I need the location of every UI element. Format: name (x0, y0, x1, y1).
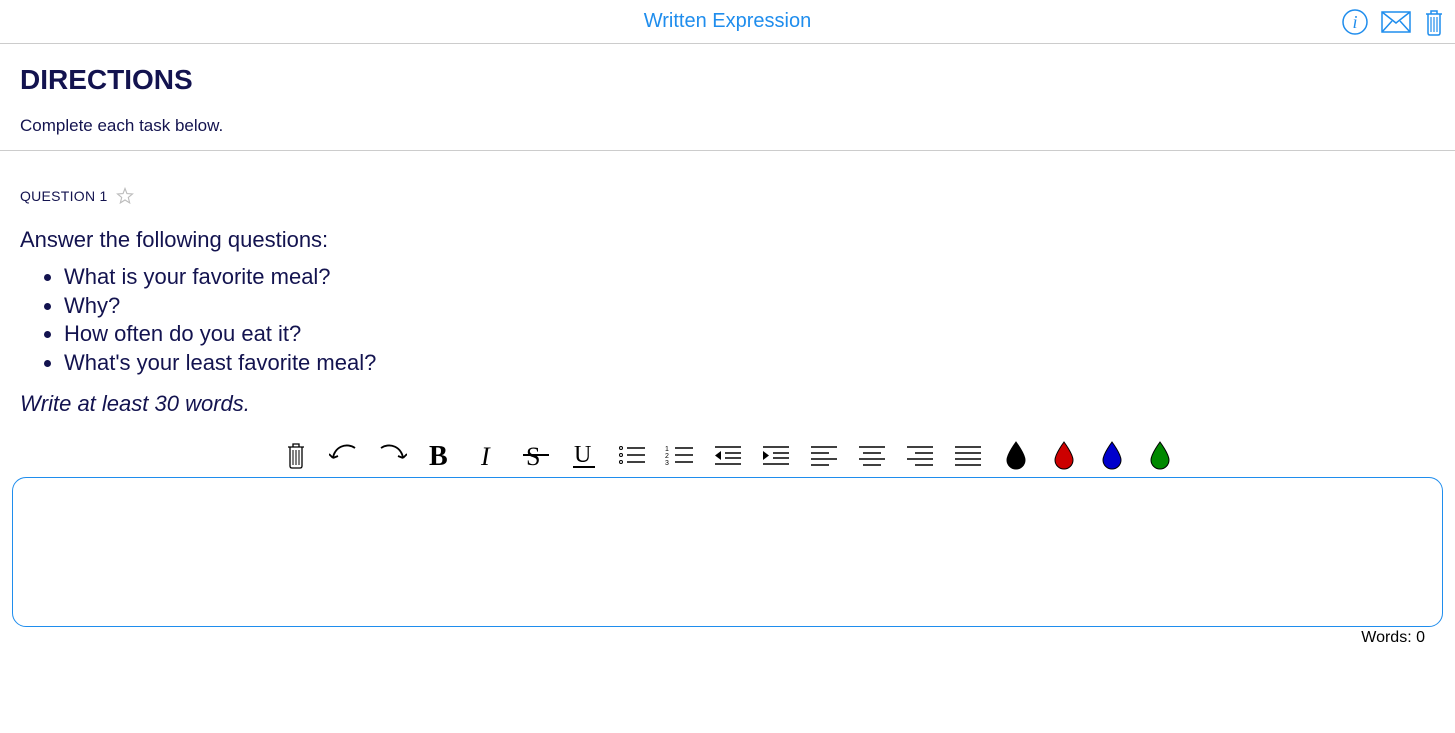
undo-icon[interactable] (328, 439, 360, 471)
bullet-item: What's your least favorite meal? (64, 349, 1435, 378)
numbered-list-icon[interactable]: 1 2 3 (664, 439, 696, 471)
align-justify-icon[interactable] (952, 439, 984, 471)
clear-icon[interactable] (280, 439, 312, 471)
answer-textarea[interactable] (12, 477, 1443, 627)
directions-heading: DIRECTIONS (20, 64, 1435, 96)
svg-text:I: I (480, 442, 491, 469)
mail-icon[interactable] (1381, 11, 1411, 33)
trash-icon[interactable] (1423, 8, 1445, 36)
question-prompt: Answer the following questions: (20, 227, 1435, 253)
bullet-item: How often do you eat it? (64, 320, 1435, 349)
svg-text:3: 3 (665, 460, 669, 467)
info-icon[interactable]: i (1341, 8, 1369, 36)
bold-icon[interactable]: B (424, 439, 456, 471)
question-header: QUESTION 1 (20, 187, 1435, 205)
question-label: QUESTION 1 (20, 188, 108, 204)
top-actions: i (1341, 0, 1445, 44)
directions-subtext: Complete each task below. (20, 116, 1435, 136)
word-count-label: Words: (1361, 629, 1411, 646)
bullet-item: What is your favorite meal? (64, 263, 1435, 292)
color-red-icon[interactable] (1048, 439, 1080, 471)
strikethrough-icon[interactable]: S (520, 439, 552, 471)
align-right-icon[interactable] (904, 439, 936, 471)
word-count-value: 0 (1416, 629, 1425, 646)
align-left-icon[interactable] (808, 439, 840, 471)
directions-section: DIRECTIONS Complete each task below. (0, 44, 1455, 151)
top-bar: Written Expression i (0, 0, 1455, 44)
editor-toolbar: B I S U (12, 439, 1443, 471)
question-instruction: Write at least 30 words. (20, 391, 1435, 417)
indent-icon[interactable] (760, 439, 792, 471)
outdent-icon[interactable] (712, 439, 744, 471)
svg-text:U: U (574, 442, 591, 468)
svg-text:1: 1 (665, 446, 669, 453)
bullet-list-icon[interactable] (616, 439, 648, 471)
question-bullets: What is your favorite meal? Why? How oft… (46, 263, 1435, 377)
redo-icon[interactable] (376, 439, 408, 471)
word-count: Words: 0 (12, 627, 1443, 647)
page-title: Written Expression (644, 10, 811, 33)
question-section: QUESTION 1 Answer the following question… (0, 151, 1455, 427)
underline-icon[interactable]: U (568, 439, 600, 471)
align-center-icon[interactable] (856, 439, 888, 471)
svg-text:i: i (1352, 12, 1357, 32)
editor-section: B I S U (0, 427, 1455, 653)
svg-text:B: B (429, 441, 448, 469)
color-green-icon[interactable] (1144, 439, 1176, 471)
italic-icon[interactable]: I (472, 439, 504, 471)
color-black-icon[interactable] (1000, 439, 1032, 471)
star-icon[interactable] (116, 187, 134, 205)
svg-text:2: 2 (665, 453, 669, 460)
color-blue-icon[interactable] (1096, 439, 1128, 471)
bullet-item: Why? (64, 292, 1435, 321)
